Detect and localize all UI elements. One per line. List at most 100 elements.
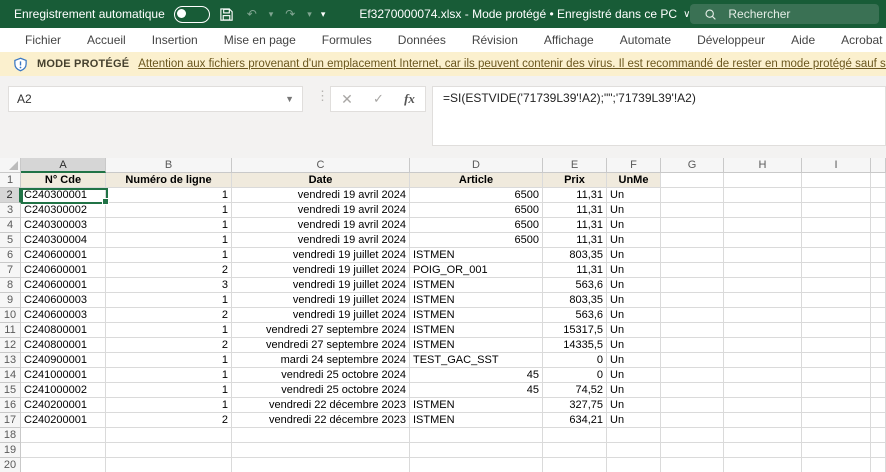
column-header-c[interactable]: C [232, 158, 410, 173]
cell-d8[interactable]: ISTMEN [410, 278, 543, 293]
cell[interactable] [871, 233, 886, 248]
cell-a11[interactable]: C240800001 [21, 323, 106, 338]
row-header-10[interactable]: 10 [0, 308, 21, 323]
cell-e9[interactable]: 803,35 [543, 293, 607, 308]
cell-g1[interactable] [661, 173, 724, 188]
cell-i2[interactable] [802, 188, 871, 203]
cell-d20[interactable] [410, 458, 543, 472]
cell-a12[interactable]: C240800001 [21, 338, 106, 353]
column-header-partial[interactable] [871, 158, 886, 173]
cell-g16[interactable] [661, 398, 724, 413]
cell-g10[interactable] [661, 308, 724, 323]
name-box-dropdown-icon[interactable]: ▼ [285, 94, 294, 104]
cell-h14[interactable] [724, 368, 802, 383]
row-header-14[interactable]: 14 [0, 368, 21, 383]
cell-g4[interactable] [661, 218, 724, 233]
cell-c20[interactable] [232, 458, 410, 472]
cell-h1[interactable] [724, 173, 802, 188]
confirm-entry-icon[interactable]: ✓ [373, 91, 384, 107]
cell-c7[interactable]: vendredi 19 juillet 2024 [232, 263, 410, 278]
cell-i9[interactable] [802, 293, 871, 308]
cell-b9[interactable]: 1 [106, 293, 232, 308]
cell-g6[interactable] [661, 248, 724, 263]
cell-f5[interactable]: Un [607, 233, 661, 248]
search-box[interactable]: Rechercher [690, 4, 879, 24]
protected-mode-message[interactable]: Attention aux fichiers provenant d'un em… [138, 58, 886, 70]
select-all-corner[interactable] [0, 158, 21, 173]
cell-d9[interactable]: ISTMEN [410, 293, 543, 308]
cell-b10[interactable]: 2 [106, 308, 232, 323]
cell-f8[interactable]: Un [607, 278, 661, 293]
cell-c13[interactable]: mardi 24 septembre 2024 [232, 353, 410, 368]
undo-icon[interactable]: ↶ [244, 6, 260, 22]
cell-h11[interactable] [724, 323, 802, 338]
cell-a1[interactable]: N° Cde [21, 173, 106, 188]
tab-acrobat[interactable]: Acrobat [828, 28, 886, 52]
tab-automate[interactable]: Automate [607, 28, 684, 52]
cell-e8[interactable]: 563,6 [543, 278, 607, 293]
cell-c9[interactable]: vendredi 19 juillet 2024 [232, 293, 410, 308]
cell[interactable] [871, 278, 886, 293]
cell[interactable] [871, 428, 886, 443]
cell-f3[interactable]: Un [607, 203, 661, 218]
cell-h9[interactable] [724, 293, 802, 308]
cell-i8[interactable] [802, 278, 871, 293]
qat-customize-icon[interactable]: ▾ [321, 6, 326, 22]
tab-affichage[interactable]: Affichage [531, 28, 607, 52]
cell-f17[interactable]: Un [607, 413, 661, 428]
cell-f6[interactable]: Un [607, 248, 661, 263]
row-header-19[interactable]: 19 [0, 443, 21, 458]
cell-f2[interactable]: Un [607, 188, 661, 203]
cell-e17[interactable]: 634,21 [543, 413, 607, 428]
column-header-h[interactable]: H [724, 158, 802, 173]
cell[interactable] [871, 383, 886, 398]
cell-i17[interactable] [802, 413, 871, 428]
column-header-i[interactable]: I [802, 158, 871, 173]
cell-f18[interactable] [607, 428, 661, 443]
cell-f4[interactable]: Un [607, 218, 661, 233]
cell-d10[interactable]: ISTMEN [410, 308, 543, 323]
cell-b6[interactable]: 1 [106, 248, 232, 263]
row-header-12[interactable]: 12 [0, 338, 21, 353]
cell[interactable] [871, 293, 886, 308]
cell[interactable] [871, 338, 886, 353]
cell-b19[interactable] [106, 443, 232, 458]
row-header-11[interactable]: 11 [0, 323, 21, 338]
cell-c14[interactable]: vendredi 25 octobre 2024 [232, 368, 410, 383]
formula-input[interactable]: =SI(ESTVIDE('71739L39'!A2);"";'71739L39'… [432, 86, 886, 146]
cell-g7[interactable] [661, 263, 724, 278]
cell-c1[interactable]: Date [232, 173, 410, 188]
cell-d1[interactable]: Article [410, 173, 543, 188]
cell-c17[interactable]: vendredi 22 décembre 2023 [232, 413, 410, 428]
cell-e14[interactable]: 0 [543, 368, 607, 383]
cell-b14[interactable]: 1 [106, 368, 232, 383]
cell-e16[interactable]: 327,75 [543, 398, 607, 413]
cell-f15[interactable]: Un [607, 383, 661, 398]
cell-g13[interactable] [661, 353, 724, 368]
cell-i7[interactable] [802, 263, 871, 278]
cell-f9[interactable]: Un [607, 293, 661, 308]
cell-i4[interactable] [802, 218, 871, 233]
cell-d15[interactable]: 45 [410, 383, 543, 398]
cell-h16[interactable] [724, 398, 802, 413]
cell-a19[interactable] [21, 443, 106, 458]
cell-h4[interactable] [724, 218, 802, 233]
cell-e6[interactable]: 803,35 [543, 248, 607, 263]
row-header-18[interactable]: 18 [0, 428, 21, 443]
cell-i3[interactable] [802, 203, 871, 218]
name-box[interactable]: A2 ▼ [8, 86, 303, 112]
cell-d17[interactable]: ISTMEN [410, 413, 543, 428]
redo-icon[interactable]: ↷ [282, 6, 298, 22]
cell-i19[interactable] [802, 443, 871, 458]
cell-d16[interactable]: ISTMEN [410, 398, 543, 413]
cell-i11[interactable] [802, 323, 871, 338]
cell-d13[interactable]: TEST_GAC_SST [410, 353, 543, 368]
cell-b2[interactable]: 1 [106, 188, 232, 203]
cell-h10[interactable] [724, 308, 802, 323]
cell-g19[interactable] [661, 443, 724, 458]
cell-a10[interactable]: C240600003 [21, 308, 106, 323]
cell-e7[interactable]: 11,31 [543, 263, 607, 278]
cell-b5[interactable]: 1 [106, 233, 232, 248]
cell-d6[interactable]: ISTMEN [410, 248, 543, 263]
row-header-5[interactable]: 5 [0, 233, 21, 248]
